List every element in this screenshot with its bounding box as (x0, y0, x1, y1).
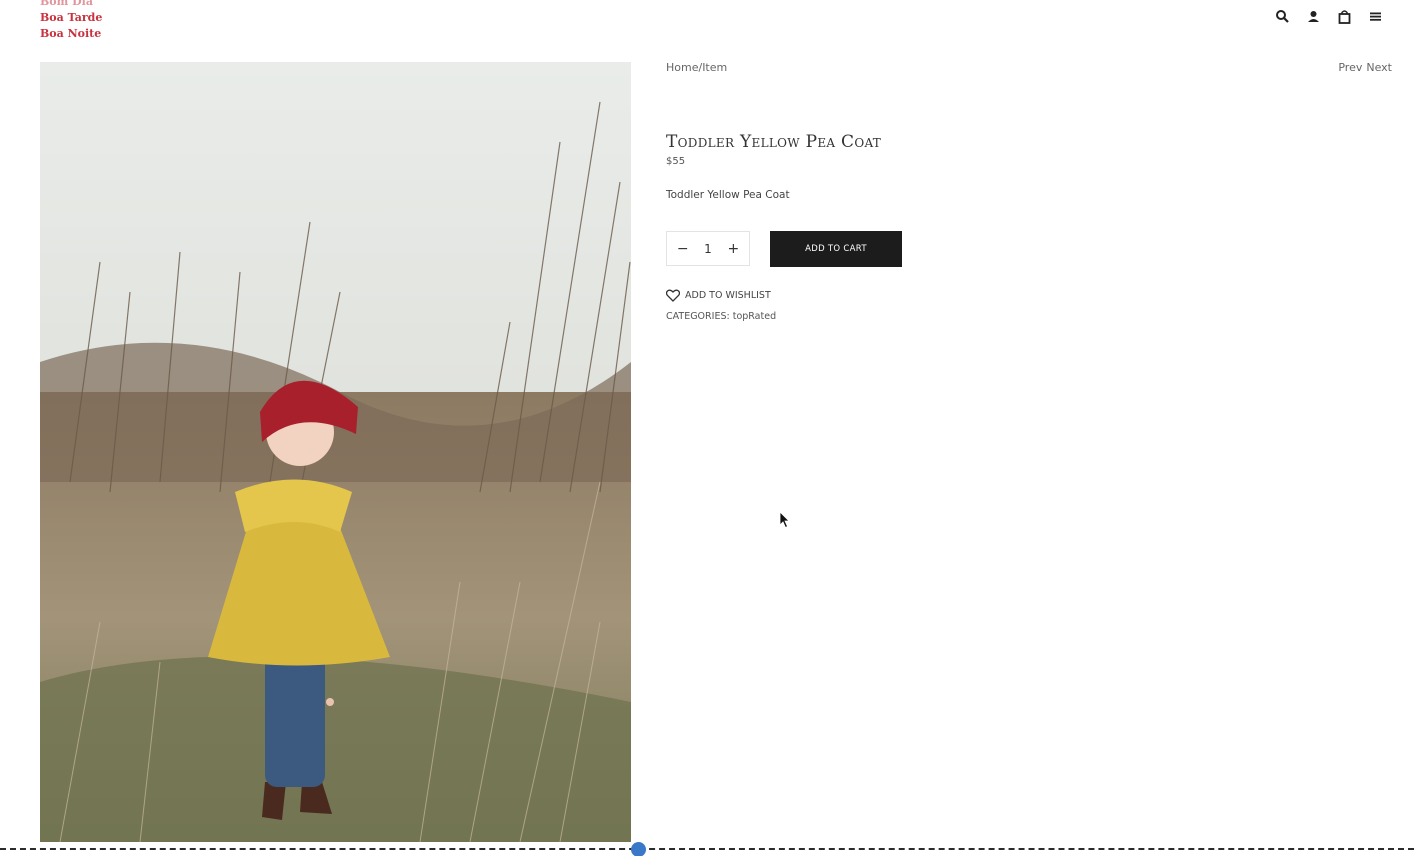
category-link[interactable]: topRated (733, 311, 776, 322)
product-image[interactable] (40, 62, 631, 842)
breadcrumb[interactable]: Home/Item (666, 61, 727, 74)
product-title: Toddler Yellow Pea Coat (666, 132, 882, 152)
logo-line-3: Boa Noite (40, 27, 102, 40)
product-price: $55 (666, 156, 686, 167)
search-icon[interactable] (1274, 8, 1291, 25)
categories-label: CATEGORIES: (666, 311, 730, 322)
increase-quantity-button[interactable]: + (723, 241, 743, 257)
divider-drag-handle[interactable] (631, 842, 646, 856)
prev-link[interactable]: Prev (1338, 61, 1362, 74)
product-page: Bom Dia Boa Tarde Boa Noite Home/Item Pr… (0, 0, 1414, 856)
logo-line-1: Bom Dia (40, 0, 93, 8)
bag-icon[interactable] (1336, 8, 1353, 25)
prev-next-nav: Prev Next (1338, 61, 1392, 74)
site-logo[interactable]: Bom Dia Boa Tarde Boa Noite (40, 0, 102, 42)
next-link[interactable]: Next (1366, 61, 1392, 74)
product-categories: CATEGORIES: topRated (666, 311, 776, 322)
decrease-quantity-button[interactable]: − (673, 241, 693, 257)
product-short-description: Toddler Yellow Pea Coat (666, 189, 790, 201)
mouse-cursor-icon (779, 511, 790, 529)
logo-line-2: Boa Tarde (40, 11, 103, 24)
quantity-stepper[interactable]: − 1 + (666, 231, 750, 266)
user-icon[interactable] (1305, 8, 1322, 25)
fold-divider (0, 848, 1414, 850)
menu-icon[interactable] (1367, 8, 1384, 25)
quantity-value[interactable]: 1 (704, 242, 712, 256)
header-icons (1274, 8, 1384, 25)
add-to-wishlist-link[interactable]: ADD TO WISHLIST (666, 289, 771, 302)
add-to-cart-button[interactable]: ADD TO CART (770, 231, 902, 267)
heart-icon (666, 289, 680, 302)
wishlist-label: ADD TO WISHLIST (685, 290, 771, 301)
